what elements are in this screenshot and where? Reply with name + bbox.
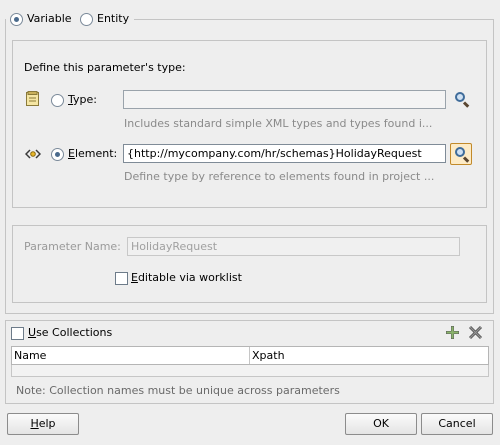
- column-xpath-header[interactable]: Xpath: [252, 349, 285, 362]
- help-mnemonic: H: [30, 417, 39, 430]
- editable-checkbox[interactable]: [115, 272, 128, 285]
- ok-button[interactable]: OK: [345, 413, 417, 435]
- magnifier-handle: [462, 156, 470, 163]
- type-label: Type:: [68, 93, 97, 106]
- help-label: elp: [38, 417, 56, 430]
- collections-table-header: Name Xpath: [11, 346, 489, 365]
- element-field[interactable]: {http://mycompany.com/hr/schemas}Holiday…: [123, 144, 446, 163]
- type-field[interactable]: [123, 90, 446, 109]
- cancel-button[interactable]: Cancel: [421, 413, 493, 435]
- add-icon[interactable]: [445, 325, 460, 340]
- use-collections-checkbox[interactable]: [11, 327, 24, 340]
- type-radio-button[interactable]: [51, 94, 64, 107]
- magnifier-icon: [455, 92, 465, 102]
- column-name-header[interactable]: Name: [14, 349, 46, 362]
- element-label: Element:: [68, 147, 118, 160]
- collections-note: Note: Collection names must be unique ac…: [16, 384, 340, 397]
- element-search-button[interactable]: [450, 143, 472, 165]
- type-icon: [26, 91, 39, 106]
- type-heading: Define this parameter's type:: [24, 61, 186, 74]
- element-radio-button[interactable]: [51, 148, 64, 161]
- type-hint: Includes standard simple XML types and t…: [124, 117, 433, 130]
- parameter-name-label: Parameter Name:: [24, 240, 121, 253]
- column-separator: [249, 347, 250, 364]
- collections-table-body: [11, 365, 489, 377]
- delete-icon[interactable]: [468, 325, 483, 340]
- element-icon: [24, 148, 42, 160]
- help-button[interactable]: Help: [7, 413, 79, 435]
- editable-label: Editable via worklist: [131, 271, 242, 284]
- group-top-border-right: [134, 19, 494, 20]
- type-search-button[interactable]: [451, 89, 473, 111]
- parameter-name-field[interactable]: HolidayRequest: [127, 237, 460, 256]
- element-hint: Define type by reference to elements fou…: [124, 170, 435, 183]
- use-collections-label: Use Collections: [28, 326, 113, 339]
- magnifier-icon: [455, 147, 465, 157]
- magnifier-handle: [462, 101, 470, 108]
